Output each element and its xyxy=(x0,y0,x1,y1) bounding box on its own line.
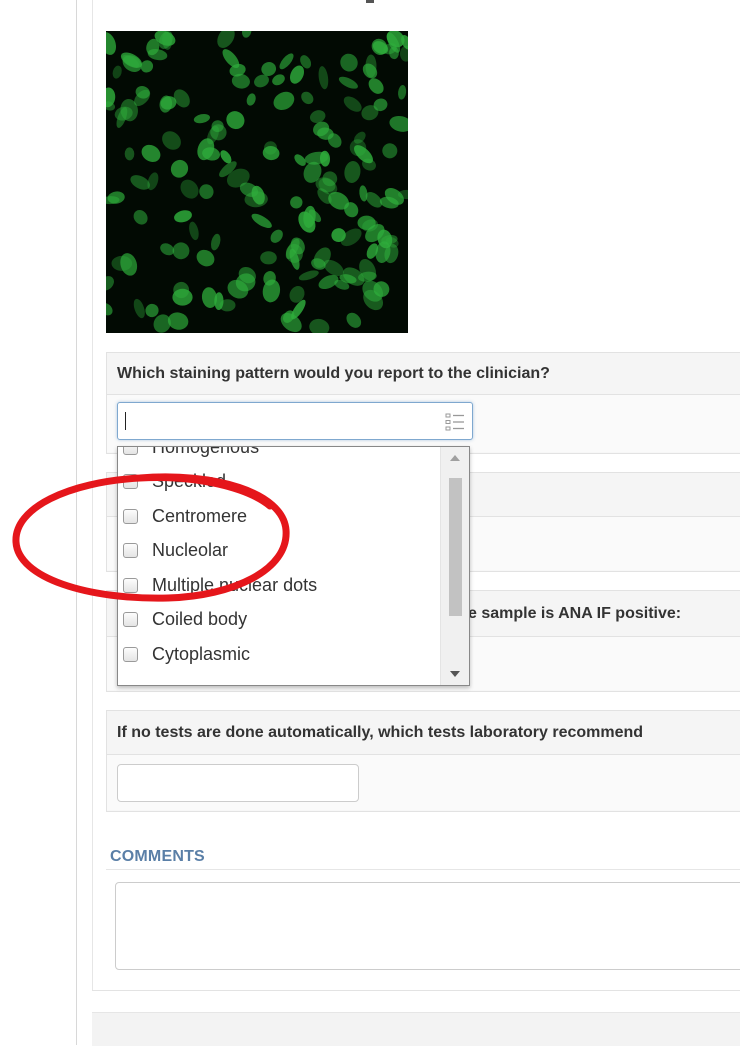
nucleus xyxy=(270,229,283,243)
question-staining-pattern: Which staining pattern would you report … xyxy=(106,352,740,454)
checkbox[interactable] xyxy=(123,612,138,628)
scrollbar-thumb[interactable] xyxy=(449,478,462,616)
staining-pattern-combobox[interactable] xyxy=(117,402,473,440)
nucleus xyxy=(309,318,330,333)
option-label: Nucleolar xyxy=(152,540,229,561)
nucleus xyxy=(217,31,235,49)
question-recommended-tests: If no tests are done automatically, whic… xyxy=(106,710,740,812)
nucleus xyxy=(346,312,362,328)
nucleus xyxy=(124,147,135,161)
ana-if-microscopy-image xyxy=(106,31,408,333)
nucleus xyxy=(133,298,145,319)
nucleus xyxy=(398,85,407,100)
option-label: Centromere xyxy=(152,505,248,526)
nucleus xyxy=(246,93,256,106)
option-label: Coiled body xyxy=(152,609,248,630)
nucleus xyxy=(120,253,138,276)
checkbox[interactable] xyxy=(123,577,138,593)
nucleus xyxy=(290,196,303,209)
nucleus xyxy=(170,159,189,178)
question-4-body xyxy=(107,755,740,810)
nucleus xyxy=(193,113,210,124)
nucleus xyxy=(199,184,214,199)
option-label: Cytoplasmic xyxy=(152,643,251,664)
nucleus xyxy=(106,302,113,316)
option-multiple-nuclear-dots[interactable]: Multiple nuclear dots xyxy=(118,568,440,603)
comments-textarea[interactable] xyxy=(115,882,740,970)
nucleus xyxy=(130,175,150,190)
option-label: Speckled xyxy=(152,471,227,492)
scroll-down-arrow-icon[interactable] xyxy=(450,671,460,677)
nucleus xyxy=(260,251,277,265)
nucleus xyxy=(338,76,358,89)
nucleus xyxy=(162,131,181,150)
recommended-tests-input[interactable] xyxy=(117,764,359,802)
content-left-border xyxy=(92,0,93,990)
option-centromere[interactable]: Centromere xyxy=(118,499,440,534)
nucleus xyxy=(301,91,314,105)
comments-label: COMMENTS xyxy=(110,848,205,865)
nucleus xyxy=(180,179,199,199)
question-body xyxy=(107,395,740,452)
nucleus xyxy=(298,270,319,281)
checkbox[interactable] xyxy=(123,508,138,524)
option-label: Multiple nuclear dots xyxy=(152,574,318,595)
nucleus xyxy=(340,53,358,72)
nucleus xyxy=(174,210,192,223)
scroll-up-arrow-icon[interactable] xyxy=(450,455,460,461)
comments-divider xyxy=(106,869,740,870)
dropdown-scrollbar[interactable] xyxy=(440,447,469,685)
option-speckled[interactable]: Speckled xyxy=(118,465,440,500)
nucleus xyxy=(279,53,294,70)
nucleus xyxy=(106,276,114,291)
nucleus xyxy=(273,91,295,111)
option-homogenous[interactable]: Homogenous xyxy=(118,446,440,465)
checkbox[interactable] xyxy=(123,474,138,490)
option-nucleolar[interactable]: Nucleolar xyxy=(118,534,440,569)
list-icon[interactable] xyxy=(445,412,465,432)
checkbox[interactable] xyxy=(123,447,138,455)
content-bottom-border xyxy=(92,990,740,991)
cut-off-text-fragment xyxy=(366,0,374,3)
footer-strip xyxy=(92,1012,740,1046)
nucleus xyxy=(210,233,221,251)
nucleus xyxy=(172,288,193,306)
nucleus xyxy=(251,213,272,229)
staining-pattern-dropdown[interactable]: Homogenous Speckled Centromere Nucleolar… xyxy=(117,446,470,686)
nucleus xyxy=(344,161,361,183)
dropdown-options: Homogenous Speckled Centromere Nucleolar… xyxy=(118,446,440,672)
nucleus xyxy=(242,31,252,38)
nucleus xyxy=(189,221,199,241)
nucleus xyxy=(382,143,398,159)
nucleus xyxy=(106,87,116,108)
checkbox[interactable] xyxy=(123,543,138,559)
page-left-border xyxy=(76,0,77,1045)
checkbox[interactable] xyxy=(123,646,138,662)
nucleus xyxy=(133,210,148,225)
nucleus xyxy=(343,96,362,112)
nucleus xyxy=(106,32,117,55)
nucleus xyxy=(112,65,122,79)
question-4-title: If no tests are done automatically, whic… xyxy=(107,711,740,755)
question-title: Which staining pattern would you report … xyxy=(107,353,740,395)
text-cursor xyxy=(125,412,126,430)
green-stained-nuclei xyxy=(106,31,408,333)
option-cytoplasmic[interactable]: Cytoplasmic xyxy=(118,637,440,672)
nucleus xyxy=(160,243,175,256)
nucleus xyxy=(389,115,408,132)
nucleus xyxy=(318,66,329,90)
nucleus xyxy=(226,111,245,130)
option-coiled-body[interactable]: Coiled body xyxy=(118,603,440,638)
option-label: Homogenous xyxy=(152,446,260,457)
nucleus xyxy=(368,78,384,94)
nucleus xyxy=(141,144,161,162)
